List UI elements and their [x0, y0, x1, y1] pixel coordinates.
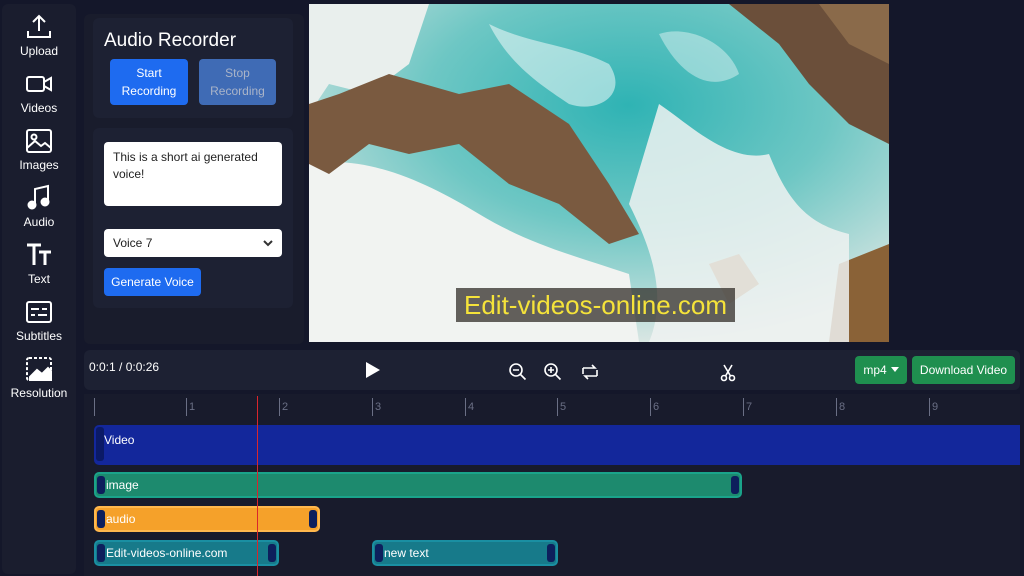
- clip-handle-left[interactable]: [375, 544, 383, 562]
- sidebar-item-label: Subtitles: [15, 329, 63, 343]
- ruler-label: 1: [189, 401, 196, 413]
- ruler-label: 7: [746, 401, 753, 413]
- upload-icon: [27, 14, 51, 38]
- zoom-in-icon: [544, 363, 562, 381]
- ruler-label: 9: [932, 401, 939, 413]
- ruler-tick: [279, 398, 280, 416]
- sidebar-item-resolution[interactable]: Resolution: [2, 354, 76, 406]
- voice-select[interactable]: Voice 7: [104, 229, 282, 257]
- ruler-tick: [94, 398, 95, 416]
- zoom-out-button[interactable]: [508, 362, 528, 382]
- caret-down-icon: [890, 367, 899, 372]
- text-track-label: Edit-videos-online.com: [106, 546, 228, 560]
- chevron-down-icon: [263, 240, 273, 247]
- video-track-label: Video: [104, 433, 135, 447]
- ruler-tick: [465, 398, 466, 416]
- voice-select-value: Voice 7: [113, 236, 153, 250]
- sidebar-item-label: Videos: [20, 101, 58, 115]
- sidebar-item-audio[interactable]: Audio: [2, 183, 76, 235]
- time-display: 0:0:1 / 0:0:26: [89, 360, 160, 374]
- ruler-tick: [650, 398, 651, 416]
- generate-voice-button[interactable]: Generate Voice: [104, 268, 201, 296]
- ruler-tick: [186, 398, 187, 416]
- ruler-label: 6: [653, 401, 660, 413]
- fit-timeline-button[interactable]: [580, 362, 600, 382]
- subtitles-icon: [26, 301, 52, 323]
- image-track-label: image: [106, 478, 139, 492]
- text-icon: [27, 243, 51, 265]
- sidebar-item-label: Text: [27, 272, 50, 286]
- ruler-tick: [743, 398, 744, 416]
- sidebar-item-subtitles[interactable]: Subtitles: [2, 297, 76, 349]
- format-value: mp4: [863, 363, 887, 377]
- video-track-clip[interactable]: Video: [94, 425, 1020, 465]
- music-note-icon: [27, 184, 50, 210]
- clip-handle-left[interactable]: [97, 510, 105, 528]
- play-icon: [366, 362, 380, 378]
- sidebar-item-label: Upload: [19, 44, 59, 58]
- clip-handle-left[interactable]: [96, 427, 104, 461]
- video-camera-icon: [26, 76, 52, 92]
- text-track-clip[interactable]: Edit-videos-online.com: [94, 540, 279, 566]
- text-track-label: new text: [384, 546, 429, 560]
- sidebar: Upload Videos Images Audio Text Subtitle…: [2, 4, 76, 574]
- start-recording-button[interactable]: Start Recording: [110, 59, 188, 105]
- cut-button[interactable]: [718, 363, 738, 383]
- zoom-in-button[interactable]: [543, 362, 563, 382]
- ruler-tick: [836, 398, 837, 416]
- play-button[interactable]: [362, 360, 382, 380]
- watermark-text: Edit-videos-online.com: [456, 288, 736, 322]
- ruler-tick: [372, 398, 373, 416]
- ruler-label: 2: [282, 401, 289, 413]
- clip-handle-right[interactable]: [547, 544, 555, 562]
- zoom-out-icon: [509, 363, 527, 381]
- sidebar-item-label: Audio: [23, 215, 55, 229]
- stop-recording-button[interactable]: Stop Recording: [199, 59, 276, 105]
- resolution-icon: [26, 357, 52, 381]
- audio-track-label: audio: [106, 512, 136, 526]
- audio-track-clip[interactable]: audio: [94, 506, 320, 532]
- ruler-tick: [929, 398, 930, 416]
- voice-text-input[interactable]: This is a short ai generated voice!: [104, 142, 282, 206]
- text-track-clip[interactable]: new text: [372, 540, 558, 566]
- format-dropdown[interactable]: mp4: [855, 356, 907, 384]
- image-track-clip[interactable]: image: [94, 472, 742, 498]
- clip-handle-right[interactable]: [268, 544, 276, 562]
- sidebar-item-upload[interactable]: Upload: [2, 12, 76, 64]
- sidebar-item-text[interactable]: Text: [2, 240, 76, 292]
- image-icon: [26, 129, 52, 153]
- clip-handle-left[interactable]: [97, 544, 105, 562]
- ruler-label: 4: [468, 401, 475, 413]
- editor-app: Upload Videos Images Audio Text Subtitle…: [0, 0, 1024, 576]
- fit-icon: [582, 364, 598, 380]
- ruler-tick: [557, 398, 558, 416]
- audio-recorder-title: Audio Recorder: [104, 30, 237, 51]
- ruler-label: 3: [375, 401, 382, 413]
- sidebar-item-label: Images: [19, 158, 59, 172]
- playhead[interactable]: [257, 396, 258, 576]
- sidebar-item-images[interactable]: Images: [2, 126, 76, 178]
- download-video-button[interactable]: Download Video: [912, 356, 1015, 384]
- sidebar-item-label: Resolution: [10, 386, 68, 400]
- clip-handle-left[interactable]: [97, 476, 105, 494]
- ruler-label: 5: [560, 401, 567, 413]
- clip-handle-right[interactable]: [309, 510, 317, 528]
- clip-handle-right[interactable]: [731, 476, 739, 494]
- ruler-label: 8: [839, 401, 846, 413]
- sidebar-item-videos[interactable]: Videos: [2, 69, 76, 121]
- scissors-icon: [720, 364, 736, 382]
